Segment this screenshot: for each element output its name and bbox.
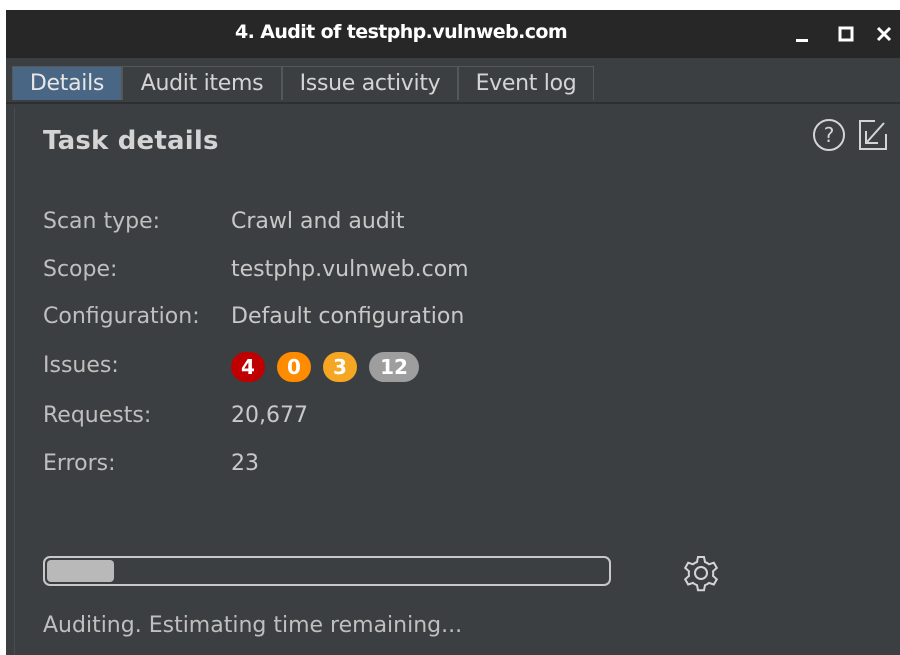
- issues-label: Issues:: [43, 353, 119, 378]
- requests-value: 20,677: [231, 403, 308, 428]
- issue-badge-medium[interactable]: 0: [277, 352, 311, 382]
- errors-value: 23: [231, 451, 259, 476]
- settings-button[interactable]: [683, 554, 719, 592]
- issues-row: Issues: 4 0 3 12: [43, 351, 463, 382]
- task-details-heading: Task details: [43, 126, 219, 156]
- close-button[interactable]: [872, 22, 896, 46]
- progress-fill: [47, 560, 114, 582]
- issue-badge-high[interactable]: 4: [231, 352, 265, 382]
- details-panel: Task details ? Scan type: Crawl and audi…: [14, 108, 895, 655]
- svg-text:?: ?: [824, 123, 835, 147]
- help-icon: ?: [813, 119, 845, 151]
- errors-label: Errors:: [43, 451, 116, 476]
- maximize-button[interactable]: [834, 22, 858, 46]
- minimize-button[interactable]: [790, 22, 814, 46]
- tab-bar: Details Audit items Issue activity Event…: [6, 66, 900, 104]
- issue-badge-low[interactable]: 3: [323, 352, 357, 382]
- tab-event-log[interactable]: Event log: [458, 66, 594, 100]
- configuration-label: Configuration:: [43, 304, 200, 329]
- scope-label: Scope:: [43, 257, 118, 282]
- configuration-value: Default configuration: [231, 304, 465, 329]
- tab-issue-activity[interactable]: Issue activity: [282, 66, 458, 100]
- popout-button[interactable]: [857, 118, 889, 152]
- tab-details[interactable]: Details: [12, 66, 122, 100]
- window-title: 4. Audit of testphp.vulnweb.com: [234, 21, 568, 43]
- scan-type-value: Crawl and audit: [231, 209, 405, 234]
- maximize-icon: [838, 26, 854, 42]
- requests-label: Requests:: [43, 403, 152, 428]
- scope-value: testphp.vulnweb.com: [231, 257, 469, 282]
- help-button[interactable]: ?: [812, 118, 846, 152]
- title-bar[interactable]: 4. Audit of testphp.vulnweb.com: [6, 10, 900, 58]
- minimize-icon: [796, 39, 808, 42]
- audit-window: 4. Audit of testphp.vulnweb.com Details …: [6, 10, 900, 655]
- tab-audit-items[interactable]: Audit items: [122, 66, 282, 100]
- scan-type-label: Scan type:: [43, 209, 161, 234]
- close-icon: [876, 26, 892, 42]
- popout-icon: [859, 120, 887, 150]
- issue-badge-info[interactable]: 12: [369, 352, 419, 382]
- audit-progress-bar: [43, 556, 611, 586]
- gear-icon: [683, 556, 719, 592]
- progress-status-text: Auditing. Estimating time remaining...: [43, 613, 463, 638]
